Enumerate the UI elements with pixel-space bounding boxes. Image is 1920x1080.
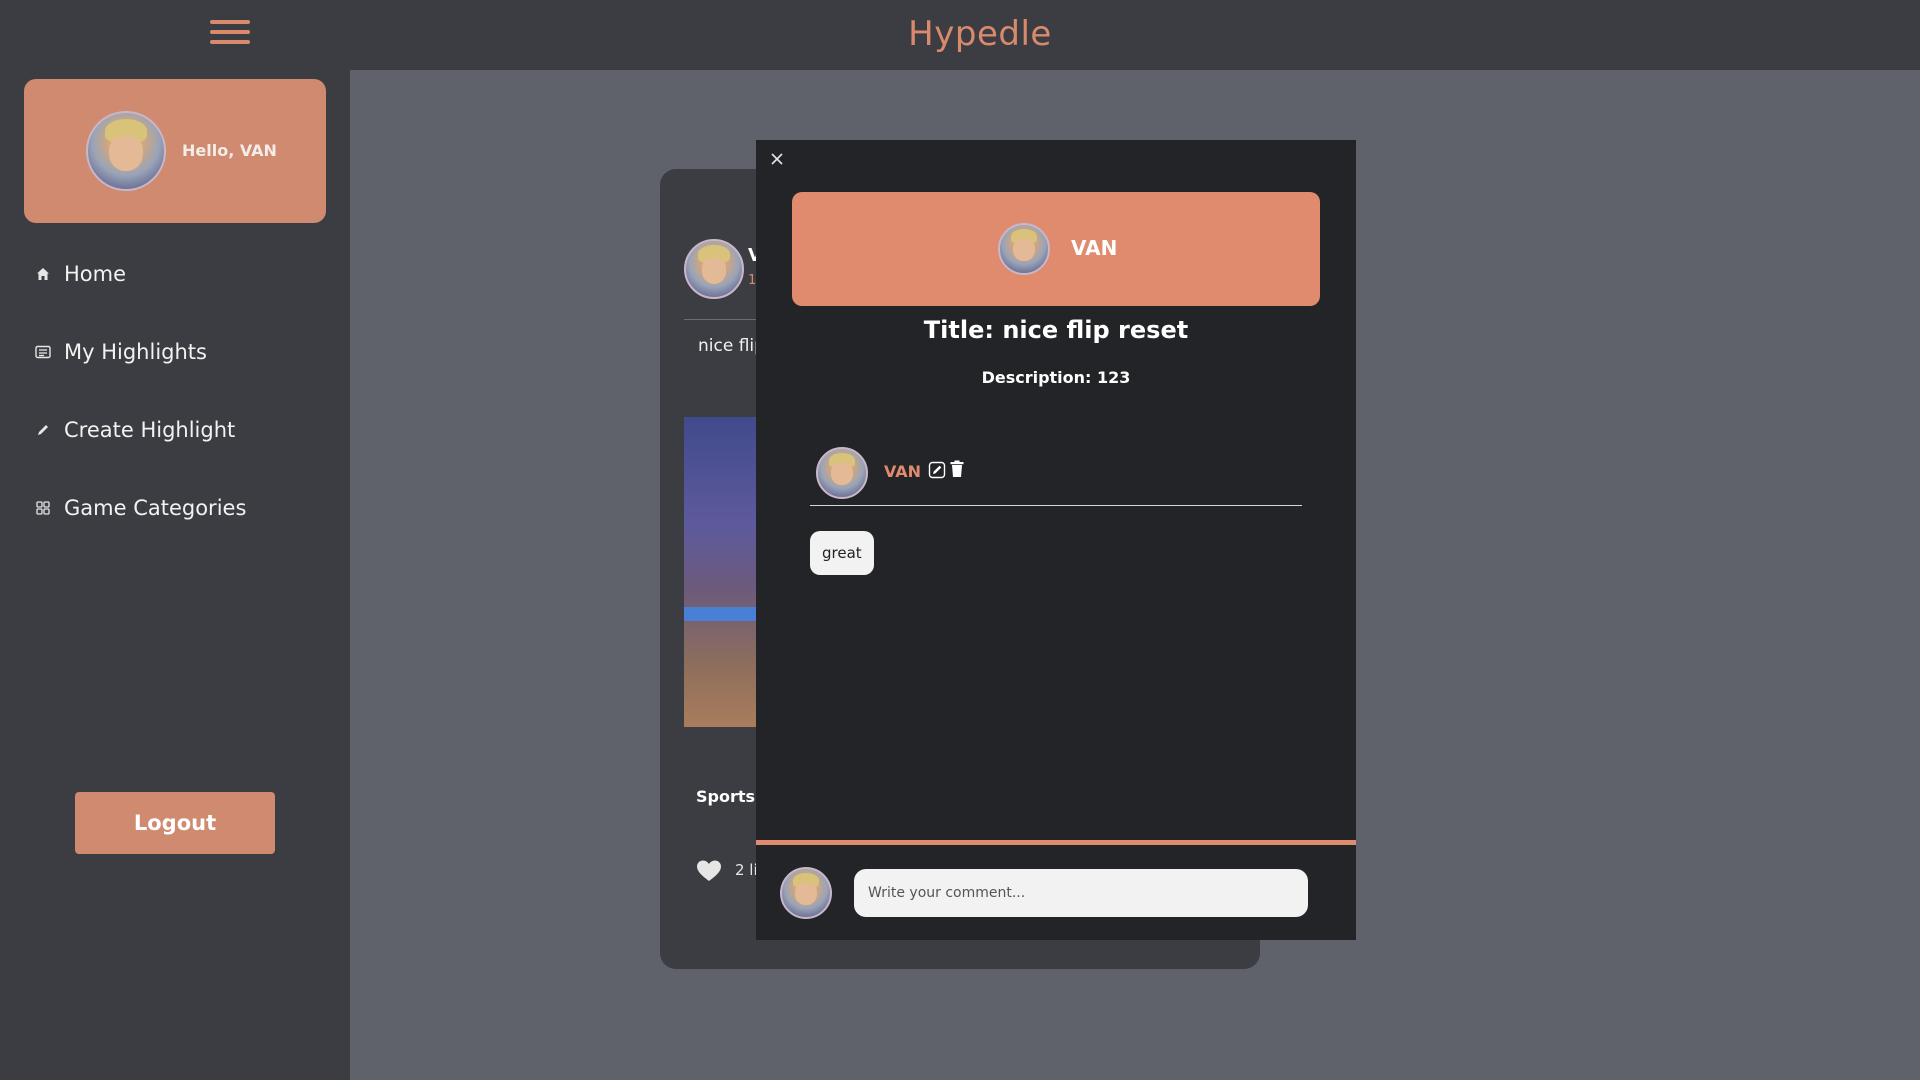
comment-input[interactable]	[854, 869, 1308, 917]
sidebar-item-my-highlights[interactable]: My Highlights	[34, 332, 207, 372]
avatar	[816, 447, 868, 499]
comment-bubble: great	[810, 531, 874, 575]
like-count: 2 li	[735, 861, 758, 879]
app-title: Hypedle	[908, 14, 1052, 54]
comment-author: VAN	[884, 462, 922, 481]
edit-icon[interactable]	[928, 461, 946, 479]
profile-card[interactable]: Hello, VAN	[24, 79, 326, 223]
sidebar-item-game-categories[interactable]: Game Categories	[34, 488, 246, 528]
pencil-icon	[34, 421, 52, 439]
greeting-text: Hello, VAN	[182, 141, 277, 160]
avatar	[86, 111, 166, 191]
sidebar-item-label: Game Categories	[64, 496, 247, 520]
divider	[756, 840, 1356, 845]
close-icon[interactable]	[766, 148, 788, 170]
trash-icon[interactable]	[949, 460, 965, 478]
highlight-title: Title: nice flip reset	[923, 316, 1189, 344]
logout-button[interactable]: Logout	[75, 792, 275, 854]
heart-icon[interactable]	[696, 859, 722, 883]
modal-author-header: VAN	[792, 192, 1320, 306]
grid-icon	[34, 499, 52, 517]
avatar	[998, 223, 1050, 275]
avatar	[780, 867, 832, 919]
list-icon	[34, 343, 52, 361]
sidebar-item-label: Home	[64, 262, 127, 286]
avatar	[684, 239, 744, 299]
top-bar: Hypedle	[0, 0, 1920, 70]
post-category: Sports	[696, 787, 756, 806]
home-icon	[34, 265, 52, 283]
sidebar: Hello, VAN Home My Highlights Create Hig…	[0, 70, 350, 1080]
sidebar-item-create-highlight[interactable]: Create Highlight	[34, 410, 235, 450]
post-title: nice flip	[698, 336, 765, 356]
divider	[810, 505, 1302, 506]
sidebar-item-label: Create Highlight	[64, 418, 236, 442]
modal-author-name: VAN	[1071, 236, 1118, 260]
highlight-description: Description: 123	[981, 368, 1131, 387]
highlight-detail-modal: VAN Title: nice flip reset Description: …	[756, 140, 1356, 940]
sidebar-item-home[interactable]: Home	[34, 254, 126, 294]
sidebar-item-label: My Highlights	[64, 340, 207, 364]
